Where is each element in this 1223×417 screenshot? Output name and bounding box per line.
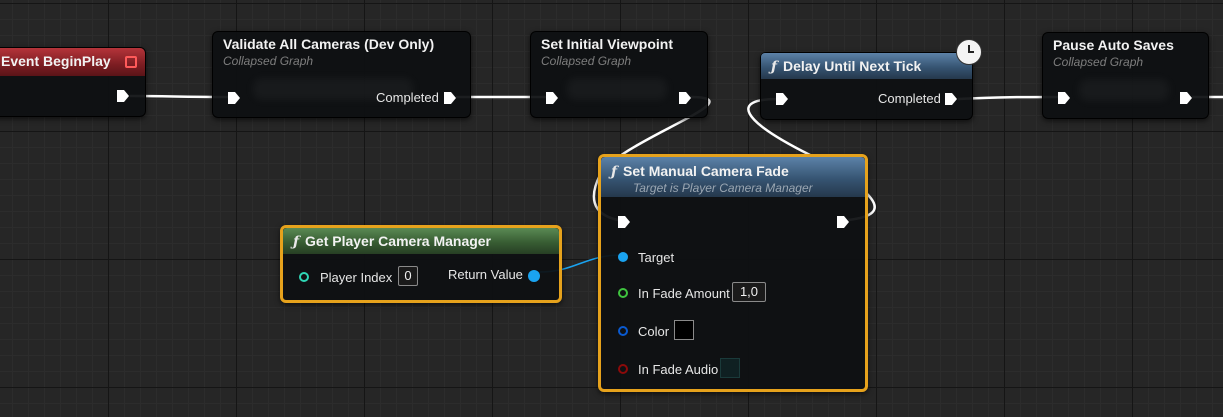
clock-icon bbox=[956, 39, 982, 65]
exec-in-pin[interactable] bbox=[775, 92, 788, 105]
in-fade-amount-label: In Fade Amount bbox=[638, 286, 730, 301]
get-player-camera-manager-node[interactable]: ƒ Get Player Camera Manager Player Index … bbox=[280, 225, 562, 303]
delay-until-next-tick-node[interactable]: ƒ Delay Until Next Tick Completed bbox=[760, 52, 973, 120]
in-fade-audio-pin[interactable] bbox=[618, 364, 628, 374]
collapsed-graph-header: Validate All Cameras (Dev Only) Collapse… bbox=[213, 32, 470, 72]
node-title: Event BeginPlay bbox=[1, 53, 111, 69]
exec-in-pin[interactable] bbox=[227, 91, 240, 104]
target-label: Target bbox=[638, 250, 675, 265]
node-title: Pause Auto Saves bbox=[1053, 37, 1174, 53]
exec-out-pin[interactable] bbox=[836, 215, 849, 228]
function-header: ƒ Set Manual Camera Fade Target is Player… bbox=[601, 157, 865, 197]
set-manual-camera-fade-node[interactable]: ƒ Set Manual Camera Fade Target is Player… bbox=[598, 154, 868, 392]
exec-out-completed-pin[interactable] bbox=[443, 91, 456, 104]
set-initial-viewpoint-node[interactable]: Set Initial Viewpoint Collapsed Graph bbox=[530, 31, 708, 118]
function-icon: ƒ bbox=[771, 59, 778, 75]
function-icon: ƒ bbox=[611, 164, 618, 180]
color-pin[interactable] bbox=[618, 326, 628, 336]
exec-in-pin[interactable] bbox=[1057, 91, 1070, 104]
exec-out-completed-pin[interactable] bbox=[944, 92, 957, 105]
node-subtitle: Collapsed Graph bbox=[541, 54, 632, 68]
in-fade-audio-checkbox[interactable] bbox=[720, 358, 740, 378]
in-fade-amount-pin[interactable] bbox=[618, 288, 628, 298]
in-fade-audio-label: In Fade Audio bbox=[638, 362, 719, 377]
node-title: Set Manual Camera Fade bbox=[623, 163, 789, 179]
validate-all-cameras-node[interactable]: Validate All Cameras (Dev Only) Collapse… bbox=[212, 31, 471, 118]
color-label: Color bbox=[638, 324, 670, 339]
target-pin[interactable] bbox=[618, 252, 628, 262]
node-subtitle: Collapsed Graph bbox=[1053, 55, 1144, 69]
node-subtitle: Collapsed Graph bbox=[223, 54, 314, 68]
collapsed-graph-header: Set Initial Viewpoint Collapsed Graph bbox=[531, 32, 707, 72]
exec-out-pin[interactable] bbox=[116, 89, 129, 102]
exec-out-pin[interactable] bbox=[1179, 91, 1192, 104]
return-value-pin[interactable] bbox=[528, 270, 540, 282]
event-header: Event BeginPlay bbox=[0, 48, 145, 76]
node-subtitle: Target is Player Camera Manager bbox=[633, 181, 813, 195]
node-title: Validate All Cameras (Dev Only) bbox=[223, 36, 435, 52]
node-title: Get Player Camera Manager bbox=[305, 233, 492, 249]
pure-function-header: ƒ Get Player Camera Manager bbox=[283, 228, 559, 254]
exec-out-pin[interactable] bbox=[678, 91, 691, 104]
node-title: Delay Until Next Tick bbox=[783, 58, 922, 74]
completed-label: Completed bbox=[878, 91, 941, 106]
collapsed-graph-header: Pause Auto Saves Collapsed Graph bbox=[1043, 33, 1208, 73]
node-title: Set Initial Viewpoint bbox=[541, 36, 673, 52]
exec-in-pin[interactable] bbox=[545, 91, 558, 104]
function-header: ƒ Delay Until Next Tick bbox=[761, 53, 972, 79]
exec-in-pin[interactable] bbox=[617, 215, 630, 228]
color-swatch[interactable] bbox=[674, 320, 694, 340]
in-fade-amount-input[interactable]: 1,0 bbox=[732, 282, 766, 302]
completed-label: Completed bbox=[376, 90, 439, 105]
event-begin-play-node[interactable]: Event BeginPlay bbox=[0, 47, 146, 117]
player-index-label: Player Index bbox=[320, 270, 393, 285]
player-index-pin[interactable] bbox=[299, 272, 309, 282]
pause-auto-saves-node[interactable]: Pause Auto Saves Collapsed Graph bbox=[1042, 32, 1209, 119]
event-delegate-icon bbox=[125, 56, 137, 68]
function-icon: ƒ bbox=[293, 234, 300, 250]
return-value-label: Return Value bbox=[448, 267, 523, 282]
blurred-preview bbox=[1079, 79, 1169, 101]
blurred-preview bbox=[567, 78, 667, 100]
player-index-input[interactable]: 0 bbox=[398, 266, 418, 286]
